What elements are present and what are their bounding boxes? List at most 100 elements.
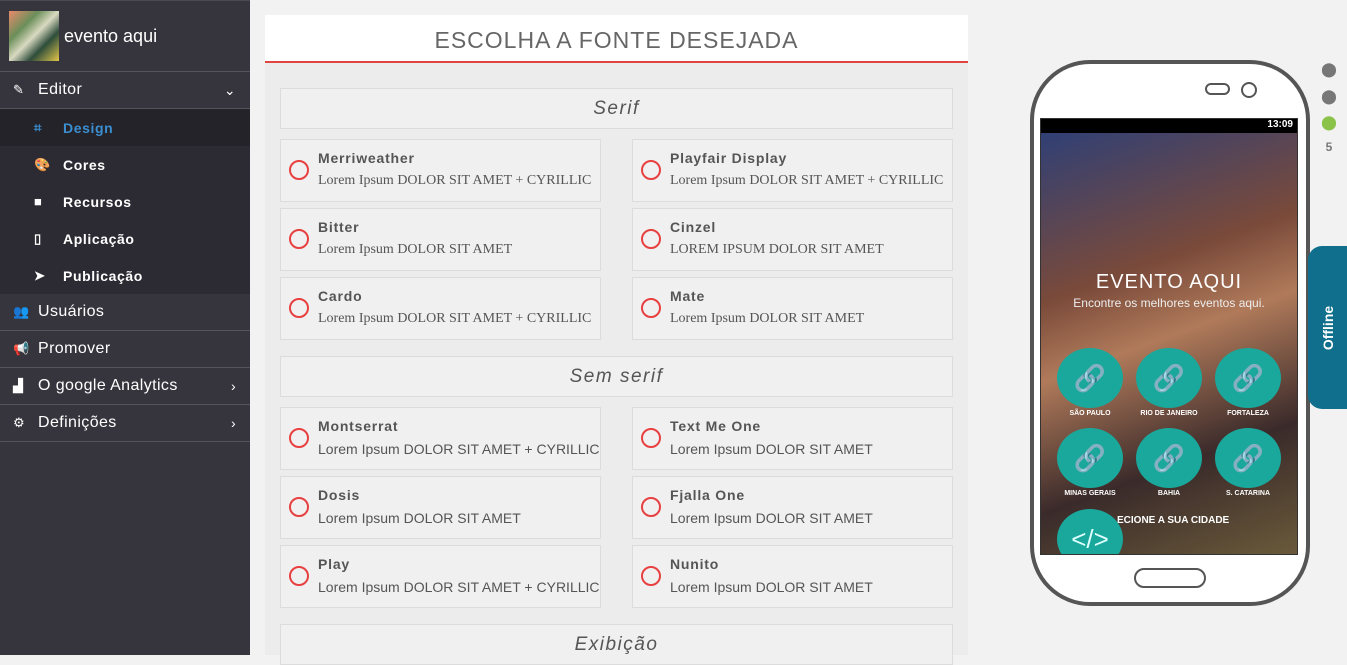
font-sample: Lorem Ipsum DOLOR SIT AMET [318,242,513,257]
radio-button[interactable] [641,298,661,318]
font-option[interactable]: Merriweather Lorem Ipsum DOLOR SIT AMET +… [280,139,601,202]
html5-icon[interactable]: 5 [1320,140,1338,154]
city-label: FORTALEZA [1227,410,1269,417]
ios5-icon[interactable]: ⬤ [1320,61,1338,78]
font-name: Mate [670,288,706,304]
font-option[interactable]: Playfair Display Lorem Ipsum DOLOR SIT AM… [632,139,953,202]
radio-button[interactable] [641,497,661,517]
editor-submenu: ⌗ Design 🎨 Cores ■ Recursos ▯ Aplicação ➤ Publica… [0,109,250,294]
sidebar-item-recursos[interactable]: ■ Recursos [0,183,250,220]
section-header: Sem serif [280,356,953,397]
font-name: Playfair Display [670,150,788,166]
link-icon: 🔗 [1215,428,1281,488]
font-option[interactable]: Fjalla One Lorem Ipsum DOLOR SIT AMET [632,476,953,539]
clock: 13:09 [1267,119,1293,130]
code-icon: </> [1057,509,1123,554]
label: Recursos [63,193,132,210]
sidebar-item-0[interactable]: 👥 Usuários [0,294,250,331]
font-sample: Lorem Ipsum DOLOR SIT AMET + CYRILLIC [670,173,944,188]
mobile-icon: ▯ [34,230,42,246]
font-sample: Lorem Ipsum DOLOR SIT AMET [670,579,873,595]
font-option[interactable]: Cardo Lorem Ipsum DOLOR SIT AMET + CYRILL… [280,277,601,340]
app-brand[interactable]: evento aqui [0,0,250,72]
sidebar-item-2[interactable]: ▟ O google Analytics › [0,368,250,405]
label: Editor [38,81,83,98]
app-logo [9,11,59,61]
radio-button[interactable] [289,298,309,318]
label: Aplicação [63,230,135,247]
city-label: RIO DE JANEIRO [1140,410,1198,417]
font-name: Text Me One [670,418,762,434]
radio-button[interactable] [289,566,309,586]
font-name: Dosis [318,487,361,503]
font-sample: LOREM IPSUM DOLOR SIT AMET [670,242,884,257]
bullhorn-icon: 📢 [13,341,30,356]
font-name: Fjalla One [670,487,745,503]
offline-tab[interactable]: Offline [1308,246,1347,409]
city-button: 🔗 MINAS GERAIS [1057,428,1123,497]
font-sample: Lorem Ipsum DOLOR SIT AMET + CYRILLIC [318,173,592,188]
vector-square-icon: ⌗ [34,119,42,135]
font-name: Cardo [318,288,363,304]
font-name: Cinzel [670,219,717,235]
font-option[interactable]: Dosis Lorem Ipsum DOLOR SIT AMET [280,476,601,539]
city-button: 🔗 SÃO PAULO [1057,348,1123,417]
users-icon: 👥 [13,304,30,319]
font-option[interactable]: Mate Lorem Ipsum DOLOR SIT AMET [632,277,953,340]
app-name: evento aqui [64,25,158,46]
link-icon: 🔗 [1136,348,1202,408]
preview-title: EVENTO AQUI [1095,271,1243,293]
radio-button[interactable] [289,229,309,249]
font-option[interactable]: Cinzel LOREM IPSUM DOLOR SIT AMET [632,208,953,271]
font-option[interactable]: Nunito Lorem Ipsum DOLOR SIT AMET [632,545,953,608]
radio-button[interactable] [289,428,309,448]
section-header: Exibição [280,624,953,665]
label: Promover [38,340,111,357]
sidebar-item-3[interactable]: ⚙ Definições › [0,405,250,442]
font-name: Play [318,556,350,572]
font-option[interactable]: Text Me One Lorem Ipsum DOLOR SIT AMET [632,407,953,470]
font-sample: Lorem Ipsum DOLOR SIT AMET [670,311,865,326]
select-city-text: ECIONE A SUA CIDADE [1117,515,1230,526]
sidebar-item-design[interactable]: ⌗ Design [0,109,250,146]
font-option[interactable]: Bitter Lorem Ipsum DOLOR SIT AMET [280,208,601,271]
sidebar-item-publicação[interactable]: ➤ Publicação [0,257,250,294]
phone-home-button [1134,568,1206,588]
sidebar-item-editor[interactable]: ✎ Editor ⌄ [0,72,250,109]
ios6-icon[interactable]: ⬤ [1320,88,1338,105]
preview-subtitle: Encontre os melhores eventos aqui. [1073,296,1265,310]
radio-button[interactable] [641,160,661,180]
font-name: Merriweather [318,150,415,166]
chevron-right-icon: › [230,415,236,431]
sidebar-item-aplicação[interactable]: ▯ Aplicação [0,220,250,257]
font-option[interactable]: Play Lorem Ipsum DOLOR SIT AMET + CYRILLI… [280,545,601,608]
sidebar-item-1[interactable]: 📢 Promover [0,331,250,368]
city-label: S. CATARINA [1225,490,1271,497]
font-sample: Lorem Ipsum DOLOR SIT AMET + CYRILLIC [318,579,600,595]
app-preview: 13:09 EVENTO AQUI Encontre os melhores e… [1040,118,1298,555]
city-label: SÃO PAULO [1069,410,1111,417]
city-label: MINAS GERAIS [1064,490,1116,497]
font-sample: Lorem Ipsum DOLOR SIT AMET [670,510,873,526]
font-name: Montserrat [318,418,399,434]
palette-icon: 🎨 [34,156,51,172]
label: Design [63,119,114,136]
radio-button[interactable] [641,566,661,586]
android-icon[interactable]: ⬤ [1320,114,1338,131]
radio-button[interactable] [641,229,661,249]
chevron-down-icon: ⌄ [223,81,236,98]
radio-button[interactable] [289,497,309,517]
sidebar-item-cores[interactable]: 🎨 Cores [0,146,250,183]
font-sample: Lorem Ipsum DOLOR SIT AMET [318,510,521,526]
pencil-icon: ✎ [13,82,25,97]
font-sample: Lorem Ipsum DOLOR SIT AMET + CYRILLIC [318,441,600,457]
link-icon: 🔗 [1057,428,1123,488]
radio-button[interactable] [641,428,661,448]
font-sample: Lorem Ipsum DOLOR SIT AMET [670,441,873,457]
font-panel: ESCOLHA A FONTE DESEJADA Serif Merriweath… [265,15,968,665]
label: Usuários [38,303,105,320]
radio-button[interactable] [289,160,309,180]
section-header: Serif [280,88,953,129]
font-option[interactable]: Montserrat Lorem Ipsum DOLOR SIT AMET + C… [280,407,601,470]
chevron-right-icon: › [230,378,236,394]
